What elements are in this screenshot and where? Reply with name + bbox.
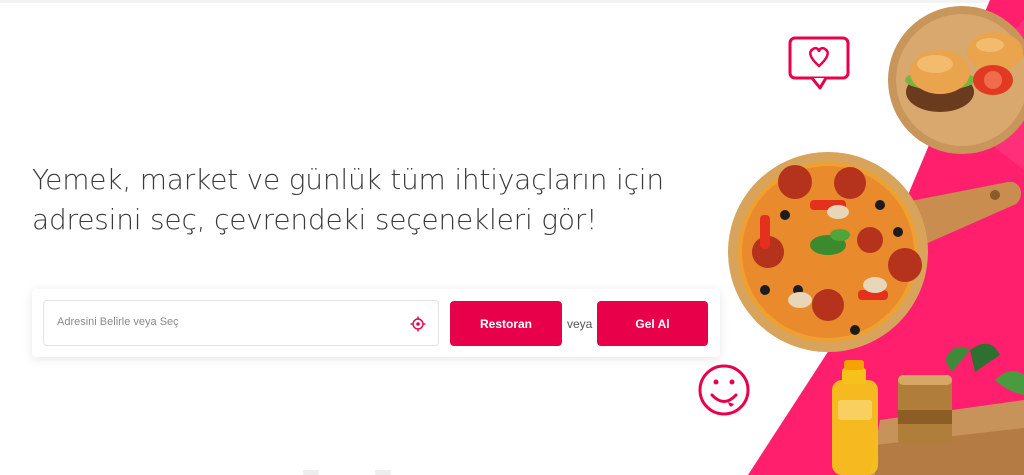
heart-bubble-icon (788, 36, 850, 90)
address-search-card: Adresini Belirle veya Seç Restoran veya … (32, 289, 720, 357)
headline-line-2: adresini seç, çevrendeki seçenekleri gör… (32, 203, 598, 236)
or-label: veya (567, 317, 593, 331)
hero-headline: Yemek, market ve günlük tüm ihtiyaçların… (32, 160, 672, 240)
locate-icon[interactable] (410, 316, 426, 332)
carousel-dot[interactable] (375, 470, 391, 475)
smiley-icon (698, 364, 750, 416)
pizza-image (728, 152, 928, 352)
restoran-button[interactable]: Restoran (450, 301, 562, 346)
headline-line-1: Yemek, market ve günlük tüm ihtiyaçların… (32, 163, 664, 196)
address-placeholder: Adresini Belirle veya Seç (57, 316, 179, 328)
carousel-dot[interactable] (303, 470, 319, 475)
hero-food-illustration (698, 0, 1024, 475)
address-input[interactable]: Adresini Belirle veya Seç (43, 300, 439, 346)
burger-plate-image (888, 6, 1024, 154)
